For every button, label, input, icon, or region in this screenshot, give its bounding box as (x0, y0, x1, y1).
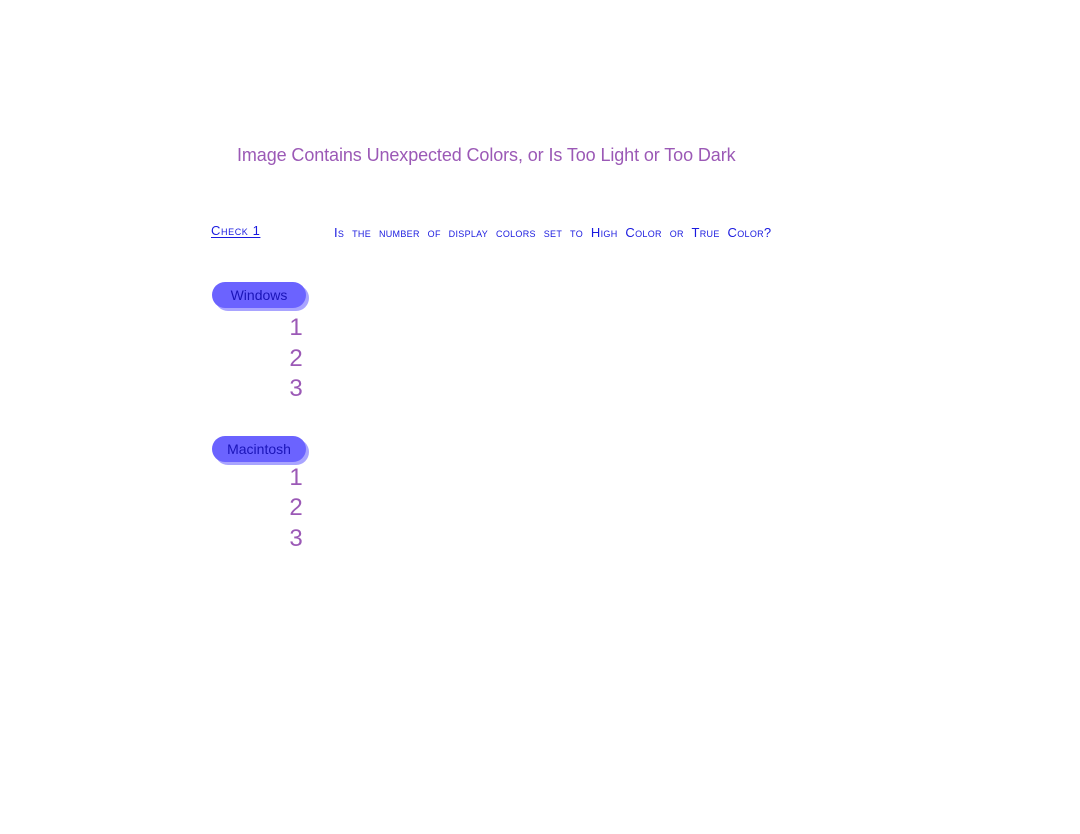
windows-button[interactable]: Windows (212, 282, 306, 308)
macintosh-step-1: 1 (289, 464, 303, 491)
check-1-link[interactable]: Check 1 (211, 223, 260, 238)
page-title: Image Contains Unexpected Colors, or Is … (237, 145, 736, 165)
windows-step-2: 2 (289, 345, 303, 372)
macintosh-button[interactable]: Macintosh (212, 436, 306, 462)
macintosh-step-2: 2 (289, 494, 303, 521)
check-question: Is the number of display colors set to H… (334, 225, 772, 240)
windows-step-3: 3 (289, 375, 303, 402)
macintosh-step-3: 3 (289, 525, 303, 552)
windows-step-1: 1 (289, 314, 303, 341)
